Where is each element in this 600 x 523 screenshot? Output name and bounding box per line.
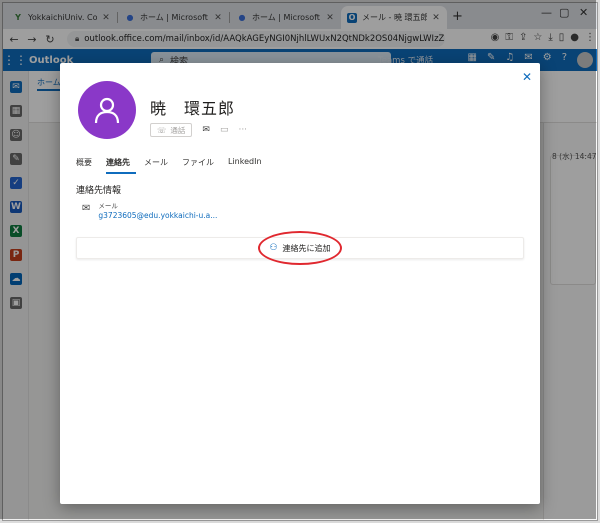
contact-actions: ☏ 通話 ✉ ▭ ··· (150, 123, 247, 137)
tab-mail[interactable]: メール (144, 157, 174, 174)
envelope-icon: ✉ (82, 203, 91, 214)
email-icon[interactable]: ✉ (202, 125, 210, 135)
tab-files[interactable]: ファイル (182, 157, 220, 174)
contact-tabs: 概要 連絡先 メール ファイル LinkedIn (76, 157, 276, 174)
phone-icon: ☏ (157, 125, 167, 135)
add-person-icon: ⚇ (269, 243, 278, 253)
contact-name: 暁 環五郎 (150, 99, 236, 118)
call-label: 通話 (170, 125, 186, 135)
chat-icon[interactable]: ▭ (220, 125, 229, 135)
call-button[interactable]: ☏ 通話 (150, 123, 193, 137)
add-contact-button[interactable]: ⚇ 連絡先に追加 (76, 237, 524, 259)
section-title: 連絡先情報 (76, 186, 122, 196)
close-icon[interactable]: ✕ (522, 70, 532, 84)
email-link[interactable]: g3723605@edu.yokkaichi-u.a... (98, 211, 217, 220)
tab-overview[interactable]: 概要 (76, 157, 98, 174)
person-icon (94, 97, 120, 124)
tab-contact[interactable]: 連絡先 (106, 157, 136, 174)
email-label: メール (98, 202, 118, 210)
more-options-icon[interactable]: ··· (238, 125, 247, 135)
add-contact-label: 連絡先に追加 (282, 243, 331, 253)
email-row: ✉ メール g3723605@edu.yokkaichi-u.a... (82, 200, 217, 220)
contact-avatar (78, 81, 136, 139)
tab-linkedin[interactable]: LinkedIn (228, 157, 268, 174)
contact-card-dialog: ✕ 暁 環五郎 ☏ 通話 ✉ ▭ ··· 概要 連絡先 メール ファイル Lin… (60, 63, 540, 504)
